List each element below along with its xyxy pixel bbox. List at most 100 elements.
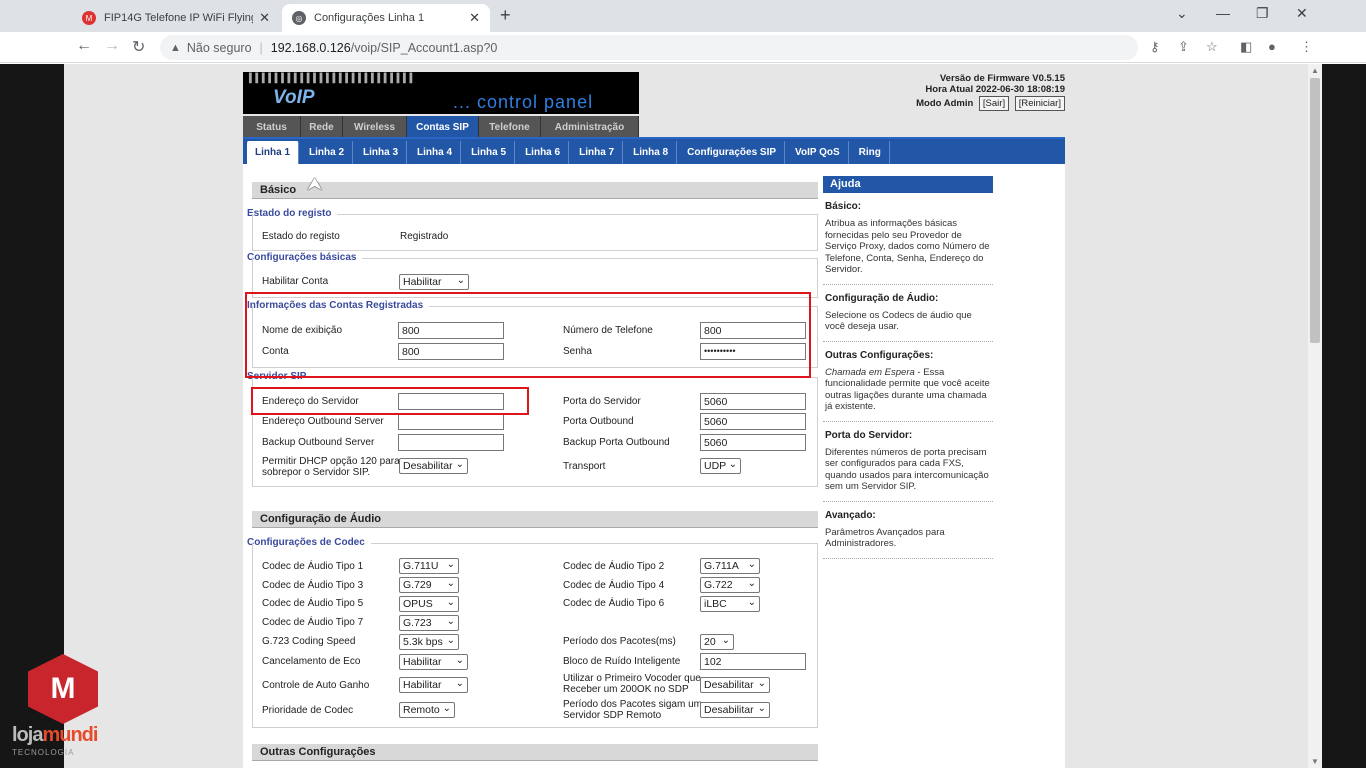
profile-icon[interactable]: ● <box>1268 39 1276 54</box>
outbound-server-input[interactable] <box>398 413 504 430</box>
scroll-up-icon[interactable]: ▲ <box>1311 66 1319 75</box>
address-bar[interactable]: ▲ Não seguro | 192.168.0.126/voip/SIP_Ac… <box>160 35 1138 60</box>
section-basic-header: Básico <box>252 182 818 199</box>
subtab-linha-5[interactable]: Linha 5 <box>463 141 516 164</box>
codec7-select[interactable]: G.723 ⌄ <box>399 615 459 631</box>
chevron-down-icon: ⌄ <box>747 597 756 608</box>
help-section-title: Avançado: <box>825 509 876 521</box>
tab-wireless[interactable]: Wireless <box>343 116 407 137</box>
tab-administracao[interactable]: Administração <box>541 116 639 137</box>
minimize-icon[interactable]: — <box>1216 5 1230 21</box>
transport-label: Transport <box>563 461 606 472</box>
help-section-title: Porta do Servidor: <box>825 429 913 441</box>
help-section: Básico: Atribua as informações básicas f… <box>823 193 993 285</box>
outbound-server-label: Endereço Outbound Server <box>262 416 384 427</box>
sidebar-icon[interactable]: ◧ <box>1240 39 1252 55</box>
chevron-down-icon: ⌄ <box>728 459 737 470</box>
tab-contas-sip[interactable]: Contas SIP <box>407 116 479 137</box>
chevron-down-icon: ⌄ <box>455 459 464 470</box>
codec6-select[interactable]: iLBC ⌄ <box>700 596 760 612</box>
scroll-down-icon[interactable]: ▼ <box>1311 757 1319 766</box>
help-section-text: Parâmetros Avançados para Administradore… <box>825 526 945 550</box>
outbound-port-input[interactable]: 5060 <box>700 413 806 430</box>
codec-priority-select[interactable]: Remoto ⌄ <box>399 702 455 718</box>
server-port-label: Porta do Servidor <box>563 396 641 407</box>
help-title: Ajuda <box>823 176 993 193</box>
packet-period-select[interactable]: 20 ⌄ <box>700 634 734 650</box>
chevron-down-icon: ⌄ <box>446 616 455 627</box>
help-section: Avançado: Parâmetros Avançados para Admi… <box>823 502 993 559</box>
transport-select[interactable]: UDP ⌄ <box>700 458 741 474</box>
reload-icon[interactable]: ↻ <box>132 37 145 57</box>
close-window-icon[interactable]: ✕ <box>1296 5 1308 22</box>
firmware-version: Versão de Firmware V0.5.15 <box>939 73 1065 84</box>
dhcp-option-select[interactable]: Desabilitar ⌄ <box>399 458 468 474</box>
restore-icon[interactable]: ❐ <box>1256 5 1269 22</box>
codec3-select[interactable]: G.729 ⌄ <box>399 577 459 593</box>
subtab-linha-7[interactable]: Linha 7 <box>571 141 624 164</box>
backup-port-input[interactable]: 5060 <box>700 434 806 451</box>
chevron-down-icon[interactable]: ⌄ <box>1176 5 1188 22</box>
chevron-down-icon: ⌄ <box>446 578 455 589</box>
tab-rede[interactable]: Rede <box>301 116 343 137</box>
enable-account-select[interactable]: Habilitar ⌄ <box>399 274 469 290</box>
warning-icon: ▲ <box>170 41 181 54</box>
share-icon[interactable]: ⇪ <box>1178 39 1189 55</box>
chevron-down-icon: ⌄ <box>446 559 455 570</box>
echo-cancel-select[interactable]: Habilitar ⌄ <box>399 654 468 670</box>
agc-label: Controle de Auto Ganho <box>262 680 370 691</box>
key-icon[interactable]: ⚷ <box>1150 39 1160 55</box>
help-section-text: Diferentes números de porta precisam ser… <box>825 446 989 493</box>
codec2-label: Codec de Áudio Tipo 2 <box>563 561 665 572</box>
new-tab-icon[interactable]: + <box>500 5 511 26</box>
section-audio-header: Configuração de Áudio <box>252 511 818 528</box>
subtab-voip-qos[interactable]: VoIP QoS <box>787 141 849 164</box>
codec2-select[interactable]: G.711A ⌄ <box>700 558 760 574</box>
browser-tab-1[interactable]: M FIP14G Telefone IP WiFi Flyingvo ✕ <box>72 4 280 32</box>
chevron-down-icon: ⌄ <box>721 635 730 646</box>
follow-sdp-select[interactable]: Desabilitar ⌄ <box>700 702 770 718</box>
exit-button[interactable]: [Sair] <box>978 96 1010 111</box>
page-scrollbar[interactable]: ▲ ▼ <box>1308 64 1322 768</box>
subtab-sip-settings[interactable]: Configurações SIP <box>679 141 786 164</box>
voip-banner: ▌▌▌▌▌▌▌▌▌▌▌▌▌▌▌▌▌▌▌▌▌▌▌▌▌▌ VoIP ... cont… <box>243 72 639 114</box>
reg-state-value: Registrado <box>400 231 449 242</box>
backup-outbound-input[interactable] <box>398 434 504 451</box>
subtab-ring[interactable]: Ring <box>851 141 890 164</box>
browser-tab-2[interactable]: ◎ Configurações Linha 1 ✕ <box>282 4 490 32</box>
subtab-linha-2[interactable]: Linha 2 <box>301 141 354 164</box>
menu-icon[interactable]: ⋮ <box>1300 39 1313 55</box>
codec5-select[interactable]: OPUS ⌄ <box>399 596 459 612</box>
scrollbar-thumb[interactable] <box>1310 78 1320 343</box>
restart-button[interactable]: [Reiniciar] <box>1014 96 1065 111</box>
forward-icon[interactable]: → <box>104 37 120 55</box>
g723-speed-label: G.723 Coding Speed <box>262 636 356 647</box>
first-vocoder-select[interactable]: Desabilitar ⌄ <box>700 677 770 693</box>
close-tab-icon[interactable]: ✕ <box>469 10 480 26</box>
codec1-select[interactable]: G.711U ⌄ <box>399 558 459 574</box>
star-icon[interactable]: ☆ <box>1206 39 1218 55</box>
url-host: 192.168.0.126 <box>270 40 351 55</box>
help-section-text: Chamada em Espera - Essa funcionalidade … <box>825 366 990 413</box>
control-panel-page: ▌▌▌▌▌▌▌▌▌▌▌▌▌▌▌▌▌▌▌▌▌▌▌▌▌▌ VoIP ... cont… <box>243 64 1065 768</box>
site-favicon-icon: M <box>82 11 96 25</box>
agc-select[interactable]: Habilitar ⌄ <box>399 677 468 693</box>
help-section-title: Básico: <box>825 201 862 212</box>
subtab-linha-8[interactable]: Linha 8 <box>625 141 678 164</box>
close-tab-icon[interactable]: ✕ <box>259 10 270 26</box>
server-port-input[interactable]: 5060 <box>700 393 806 410</box>
codec4-select[interactable]: G.722 ⌄ <box>700 577 760 593</box>
g723-speed-select[interactable]: 5.3k bps ⌄ <box>399 634 459 650</box>
divider: | <box>259 40 263 55</box>
subtab-linha-6[interactable]: Linha 6 <box>517 141 570 164</box>
dhcp-option-label: Permitir DHCP opção 120 para sobrepor o S… <box>262 456 400 478</box>
subtab-linha-3[interactable]: Linha 3 <box>355 141 408 164</box>
follow-sdp-label: Período dos Pacotes sigam um Servidor SDP… <box>563 699 702 721</box>
codec6-label: Codec de Áudio Tipo 6 <box>563 598 665 609</box>
noise-block-input[interactable]: 102 <box>700 653 806 670</box>
tab-status[interactable]: Status <box>243 116 301 137</box>
subtab-linha-4[interactable]: Linha 4 <box>409 141 462 164</box>
back-icon[interactable]: ← <box>76 37 92 55</box>
subtab-linha-1[interactable]: Linha 1 <box>247 141 300 164</box>
tab-telefone[interactable]: Telefone <box>479 116 541 137</box>
